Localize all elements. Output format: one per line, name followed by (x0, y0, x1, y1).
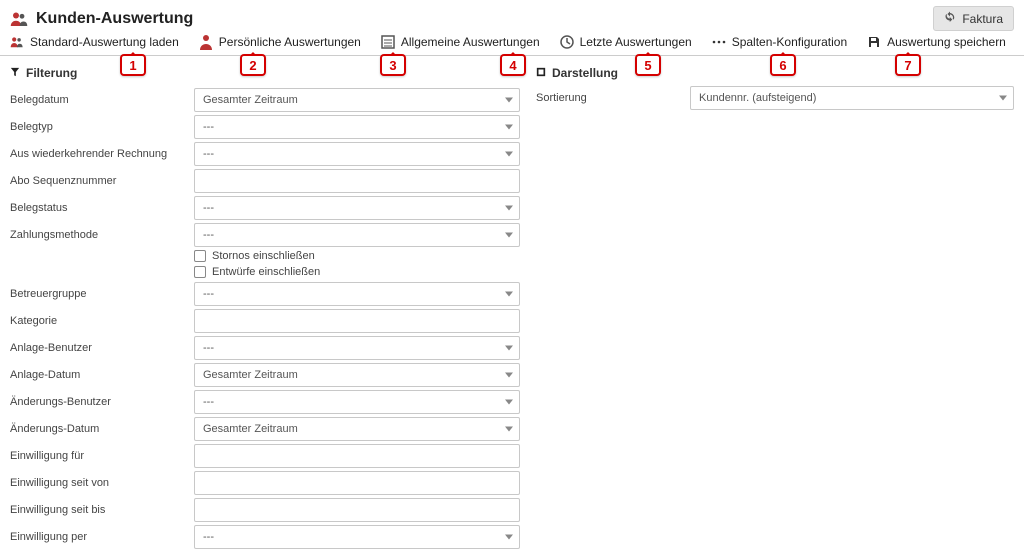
dots-icon (712, 35, 726, 49)
label-belegdatum: Belegdatum (10, 88, 186, 112)
toolbar-label: Allgemeine Auswertungen (401, 35, 540, 49)
label-kategorie: Kategorie (10, 309, 186, 333)
people-icon (10, 11, 28, 27)
chevron-down-icon (999, 96, 1007, 101)
clock-icon (560, 35, 574, 49)
checkbox-entwuerfe[interactable]: Entwürfe einschließen (194, 264, 520, 280)
label-aenderungs-datum: Änderungs-Datum (10, 417, 186, 441)
label-betreuergruppe: Betreuergruppe (10, 282, 186, 306)
toolbar-label: Spalten-Konfiguration (732, 35, 847, 49)
display-column: Darstellung Sortierung Kundennr. (aufste… (536, 62, 1014, 550)
label-belegtyp: Belegtyp (10, 115, 186, 139)
chevron-down-icon (505, 345, 513, 350)
page-title: Kunden-Auswertung (36, 10, 193, 28)
label-abo-seq: Abo Sequenznummer (10, 169, 186, 193)
refresh-icon (944, 11, 956, 26)
select-belegtyp[interactable]: --- (194, 115, 520, 139)
save-icon (867, 35, 881, 49)
toolbar-general[interactable]: Allgemeine Auswertungen (381, 35, 540, 49)
select-einw-per[interactable]: --- (194, 525, 520, 549)
select-sortierung[interactable]: Kundennr. (aufsteigend) (690, 86, 1014, 110)
chevron-down-icon (505, 291, 513, 296)
select-belegdatum[interactable]: Gesamter Zeitraum (194, 88, 520, 112)
toolbar-columns[interactable]: Spalten-Konfiguration (712, 35, 847, 49)
label-einw-von: Einwilligung seit von (10, 471, 186, 495)
label-sort: Sortierung (536, 86, 676, 104)
main-columns: Filterung Belegdatum Gesamter Zeitraum B… (0, 62, 1024, 560)
input-einw-von[interactable] (194, 471, 520, 495)
input-kategorie[interactable] (194, 309, 520, 333)
select-belegstatus[interactable]: --- (194, 196, 520, 220)
label-anlage-datum: Anlage-Datum (10, 363, 186, 387)
label-zahlungsmethode: Zahlungsmethode (10, 223, 186, 247)
select-aus-wrr[interactable]: --- (194, 142, 520, 166)
input-abo-seq[interactable] (194, 169, 520, 193)
toolbar-label: Letzte Auswertungen (580, 35, 692, 49)
annotation-badge: 2 (240, 54, 266, 76)
label-anlage-benutzer: Anlage-Benutzer (10, 336, 186, 360)
select-anlage-benutzer[interactable]: --- (194, 336, 520, 360)
chevron-down-icon (505, 426, 513, 431)
select-aenderungs-datum[interactable]: Gesamter Zeitraum (194, 417, 520, 441)
chevron-down-icon (505, 232, 513, 237)
toolbar-recent[interactable]: Letzte Auswertungen (560, 35, 692, 49)
chevron-down-icon (505, 151, 513, 156)
list-icon (381, 35, 395, 49)
annotation-badge: 5 (635, 54, 661, 76)
annotation-badge: 7 (895, 54, 921, 76)
annotation-badge: 3 (380, 54, 406, 76)
checkbox-stornos[interactable]: Stornos einschließen (194, 248, 520, 264)
annotation-badge: 4 (500, 54, 526, 76)
chevron-down-icon (505, 97, 513, 102)
header-left: Kunden-Auswertung (10, 10, 193, 28)
checkbox-icon (194, 250, 206, 262)
toolbar-label: Auswertung speichern (887, 35, 1006, 49)
chevron-down-icon (505, 399, 513, 404)
chevron-down-icon (505, 124, 513, 129)
checkbox-icon (194, 266, 206, 278)
toolbar-personal[interactable]: Persönliche Auswertungen (199, 35, 361, 49)
toolbar-label: Standard-Auswertung laden (30, 35, 179, 49)
toolbar-standard-load[interactable]: Standard-Auswertung laden (10, 35, 179, 49)
label-einw-per: Einwilligung per (10, 525, 186, 549)
chevron-down-icon (505, 534, 513, 539)
label-aenderungs-benutzer: Änderungs-Benutzer (10, 390, 186, 414)
chevron-down-icon (505, 372, 513, 377)
select-anlage-datum[interactable]: Gesamter Zeitraum (194, 363, 520, 387)
annotation-badge: 1 (120, 54, 146, 76)
select-aenderungs-benutzer[interactable]: --- (194, 390, 520, 414)
input-einw-fuer[interactable] (194, 444, 520, 468)
label-aus-wrr: Aus wiederkehrender Rechnung (10, 142, 186, 166)
label-einw-fuer: Einwilligung für (10, 444, 186, 468)
annotation-row: 1 2 3 4 5 6 7 (0, 56, 1024, 80)
filter-column: Filterung Belegdatum Gesamter Zeitraum B… (10, 62, 520, 550)
label-einw-bis: Einwilligung seit bis (10, 498, 186, 522)
select-zahlungsmethode[interactable]: --- (194, 223, 520, 247)
group-icon (10, 35, 24, 49)
faktura-button[interactable]: Faktura (933, 6, 1014, 31)
page-header: Kunden-Auswertung Faktura (0, 0, 1024, 35)
person-icon (199, 35, 213, 49)
select-betreuergruppe[interactable]: --- (194, 282, 520, 306)
toolbar-save[interactable]: Auswertung speichern (867, 35, 1006, 49)
toolbar-label: Persönliche Auswertungen (219, 35, 361, 49)
input-einw-bis[interactable] (194, 498, 520, 522)
label-belegstatus: Belegstatus (10, 196, 186, 220)
chevron-down-icon (505, 205, 513, 210)
annotation-badge: 6 (770, 54, 796, 76)
faktura-label: Faktura (962, 12, 1003, 26)
